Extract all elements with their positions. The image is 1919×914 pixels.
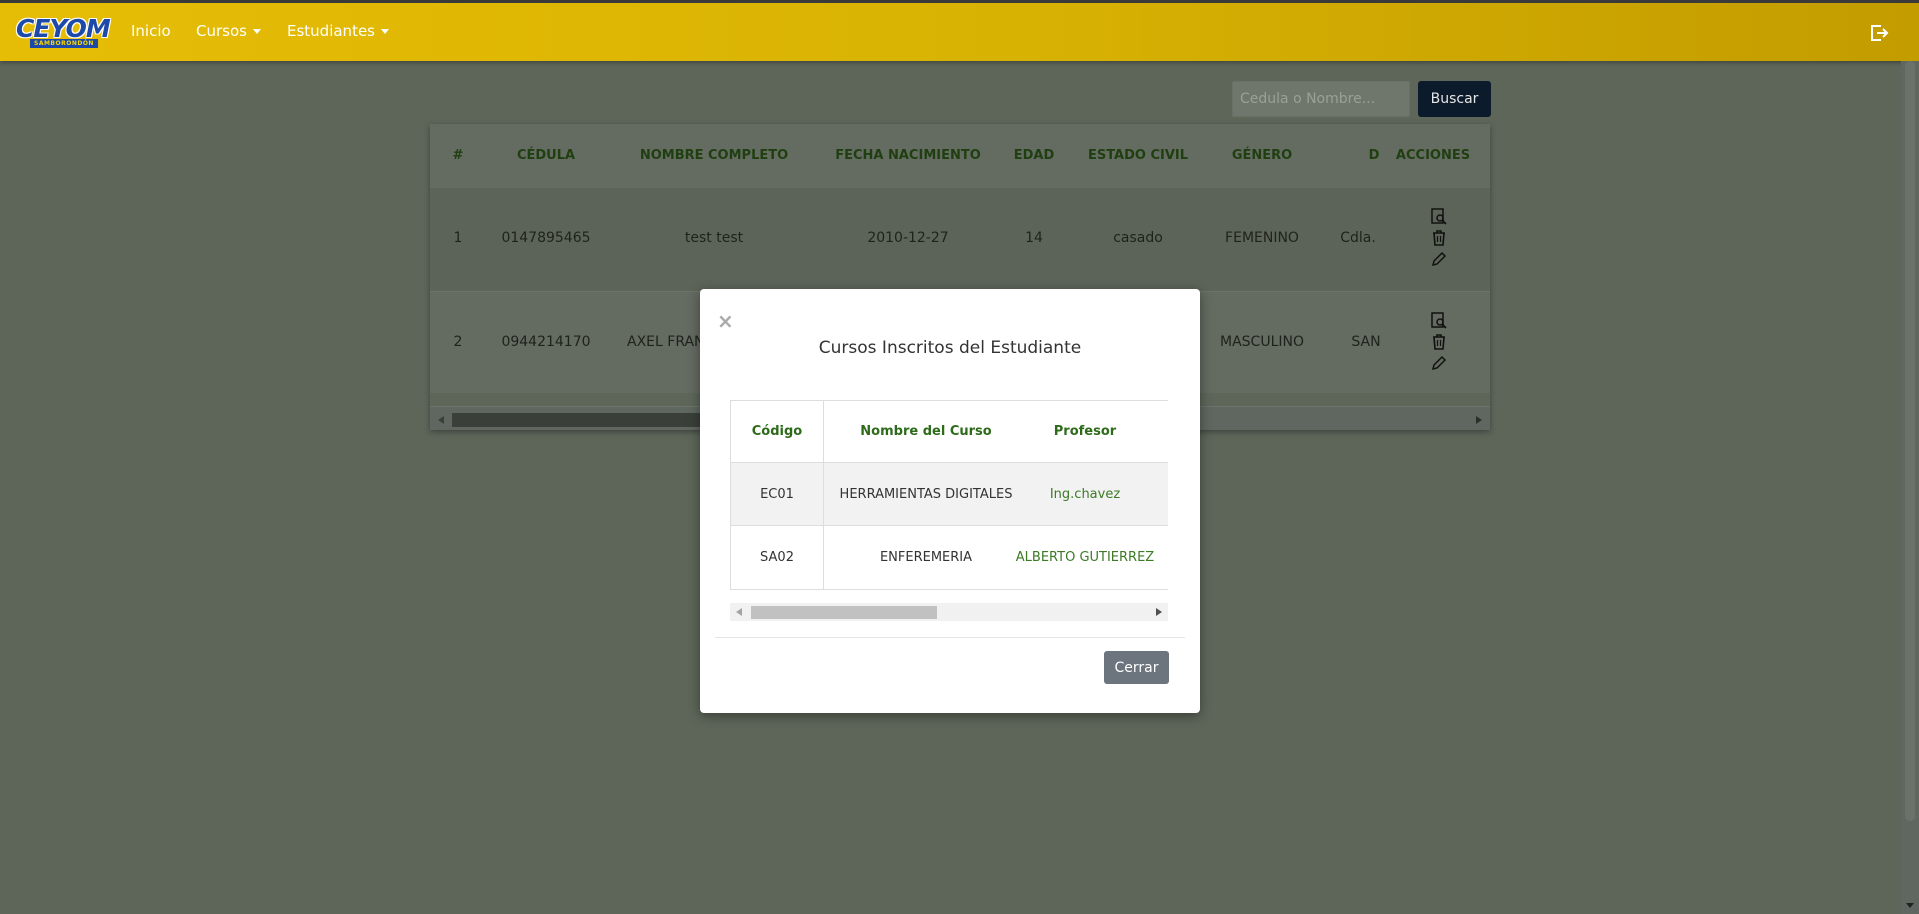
cell-codigo: SA02 — [760, 550, 794, 565]
table-row: 1 0147895465 test test 2010-12-27 14 cas… — [430, 188, 1490, 290]
edit-icon[interactable] — [1430, 250, 1448, 268]
row-actions — [1430, 208, 1450, 271]
nav-estudiantes-label: Estudiantes — [287, 22, 375, 40]
navbar: CEYOM SAMBORONDÓN Inicio Cursos Estudian… — [0, 0, 1919, 61]
cell-genero: MASCULINO — [1220, 334, 1304, 350]
courses-table-header: Código Nombre del Curso Profesor — [731, 401, 1168, 463]
cell-estado: casado — [1113, 230, 1163, 246]
cell-direccion: SAN — [1351, 334, 1381, 350]
view-icon[interactable] — [1430, 312, 1448, 330]
cell-profesor: ALBERTO GUTIERREZ — [1015, 550, 1155, 565]
cell-genero: FEMENINO — [1225, 230, 1299, 246]
scrollbar-thumb[interactable] — [1905, 61, 1915, 821]
row-actions — [1430, 312, 1450, 375]
cell-edad: 14 — [1025, 230, 1043, 246]
delete-icon[interactable] — [1430, 229, 1448, 247]
nav-cursos-label: Cursos — [196, 22, 247, 40]
modal-title: Cursos Inscritos del Estudiante — [818, 338, 1082, 358]
cell-fecha: 2010-12-27 — [867, 230, 949, 246]
courses-table: Código Nombre del Curso Profesor EC01 HE… — [730, 400, 1168, 590]
nav-estudiantes-dropdown[interactable]: Estudiantes — [287, 22, 389, 40]
scroll-right-icon[interactable] — [1156, 608, 1162, 616]
edit-icon[interactable] — [1430, 354, 1448, 372]
caret-down-icon — [252, 29, 261, 34]
scroll-down-icon[interactable] — [1906, 903, 1914, 908]
cell-nombre-curso: ENFEREMERIA — [879, 550, 973, 565]
cell-nombre: test test — [684, 230, 744, 246]
th-nombre: NOMBRE COMPLETO — [639, 148, 789, 163]
th-nombre-curso: Nombre del Curso — [860, 424, 992, 439]
nav-cursos-dropdown[interactable]: Cursos — [196, 22, 261, 40]
page-vertical-scrollbar[interactable] — [1901, 61, 1919, 914]
column-divider — [823, 401, 824, 589]
close-icon[interactable]: × — [717, 311, 734, 331]
th-profesor: Profesor — [1053, 424, 1117, 439]
cell-number: 2 — [453, 334, 463, 350]
cell-codigo: EC01 — [760, 487, 794, 502]
th-number: # — [452, 148, 464, 163]
th-fecha: FECHA NACIMIENTO — [835, 148, 981, 163]
th-acciones: ACCIONES — [1395, 148, 1471, 163]
cell-cedula: 0147895465 — [501, 230, 591, 246]
search-input[interactable] — [1232, 81, 1410, 117]
view-icon[interactable] — [1430, 208, 1448, 226]
cell-nombre-curso: HERRAMIENTAS DIGITALES — [839, 487, 1013, 502]
nav-inicio[interactable]: Inicio — [131, 22, 171, 40]
logo-subtext: SAMBORONDÓN — [30, 39, 98, 48]
course-row: SA02 ENFEREMERIA ALBERTO GUTIERREZ — [731, 526, 1168, 589]
enrolled-courses-modal: × Cursos Inscritos del Estudiante Código… — [700, 289, 1200, 713]
th-codigo: Código — [751, 424, 803, 439]
th-edad: EDAD — [1013, 148, 1055, 163]
cell-cedula: 0944214170 — [501, 334, 591, 350]
table-header: # CÉDULA NOMBRE COMPLETO FECHA NACIMIENT… — [430, 124, 1490, 188]
th-direccion: D — [1368, 148, 1380, 163]
courses-horizontal-scrollbar[interactable] — [730, 603, 1168, 621]
scroll-left-icon[interactable] — [438, 416, 444, 424]
delete-icon[interactable] — [1430, 333, 1448, 351]
logout-icon[interactable] — [1869, 23, 1889, 43]
scrollbar-thumb[interactable] — [751, 606, 937, 619]
th-genero: GÉNERO — [1231, 148, 1293, 163]
th-estado: ESTADO CIVIL — [1087, 148, 1189, 163]
cell-direccion: Cdla. — [1340, 230, 1376, 246]
ceyom-logo[interactable]: CEYOM SAMBORONDÓN — [16, 16, 111, 50]
cell-number: 1 — [453, 230, 463, 246]
course-row: EC01 HERRAMIENTAS DIGITALES Ing.chavez — [731, 463, 1168, 526]
scroll-left-icon[interactable] — [736, 608, 742, 616]
scrollbar-thumb[interactable] — [452, 413, 722, 427]
cell-profesor: Ing.chavez — [1049, 487, 1121, 502]
caret-down-icon — [381, 29, 389, 34]
close-button[interactable]: Cerrar — [1104, 651, 1169, 684]
modal-footer-divider — [715, 637, 1185, 638]
scroll-right-icon[interactable] — [1476, 416, 1482, 424]
th-cedula: CÉDULA — [516, 148, 576, 163]
search-button[interactable]: Buscar — [1418, 81, 1491, 117]
